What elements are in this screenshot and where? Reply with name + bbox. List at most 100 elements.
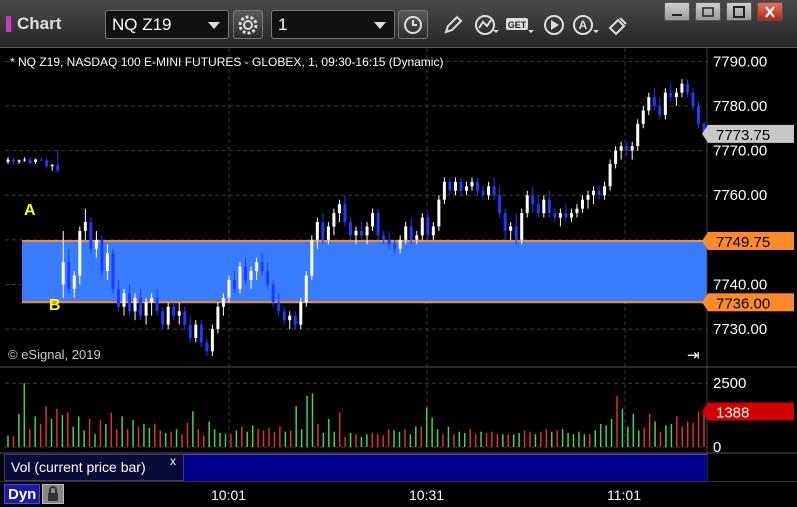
dynamic-mode-button[interactable]: Dyn bbox=[4, 484, 41, 504]
link-button[interactable] bbox=[604, 10, 634, 39]
candle-body bbox=[420, 217, 424, 236]
candle-body bbox=[520, 213, 524, 240]
candle-body bbox=[144, 302, 148, 316]
maximize-button[interactable] bbox=[726, 2, 752, 21]
candle-body bbox=[12, 159, 16, 162]
candle-body bbox=[332, 213, 336, 227]
candle-body bbox=[354, 230, 358, 236]
candle-body bbox=[205, 342, 209, 352]
volume-legend-label: Vol (current price bar) bbox=[11, 459, 146, 475]
link-icon bbox=[608, 16, 627, 35]
candle-body bbox=[194, 324, 198, 338]
candle-body bbox=[72, 275, 76, 289]
volume-legend-band bbox=[184, 454, 707, 481]
lock-icon bbox=[48, 486, 58, 501]
candle-body bbox=[464, 186, 468, 191]
candle-body bbox=[172, 306, 176, 316]
interval-value: 1 bbox=[278, 14, 288, 34]
alert-icon: A bbox=[573, 14, 599, 35]
candle-body bbox=[547, 199, 551, 214]
candle-body bbox=[293, 315, 297, 325]
settings-gear-icon bbox=[238, 15, 258, 34]
chevron-down-icon bbox=[374, 22, 386, 29]
candle-body bbox=[360, 230, 364, 236]
candle-body bbox=[34, 159, 38, 162]
chevron-down-icon bbox=[208, 22, 220, 29]
volume-legend[interactable]: Vol (current price bar) bbox=[4, 454, 184, 481]
zone-label-a: A bbox=[24, 202, 36, 219]
candle-body bbox=[487, 186, 491, 196]
candle-body bbox=[133, 297, 137, 312]
candle-body bbox=[404, 226, 408, 240]
candle-body bbox=[89, 222, 93, 249]
symbol-select[interactable]: NQ Z19 bbox=[105, 10, 229, 39]
close-icon bbox=[765, 5, 775, 18]
candle-body bbox=[56, 164, 60, 171]
candle-body bbox=[592, 190, 596, 196]
candle-body bbox=[343, 204, 347, 222]
candle-body bbox=[100, 239, 104, 272]
scroll-to-end-icon[interactable]: ⇥ bbox=[687, 346, 700, 364]
candle-body bbox=[580, 199, 584, 209]
minimize-button[interactable] bbox=[664, 2, 690, 21]
candle-body bbox=[603, 186, 607, 196]
last-price-badge: 7773.75 bbox=[716, 127, 770, 144]
zone-high-badge: 7749.75 bbox=[716, 234, 770, 251]
candle-body bbox=[6, 159, 10, 162]
lock-button[interactable] bbox=[42, 484, 64, 504]
candle-body bbox=[448, 181, 452, 191]
candle-body bbox=[199, 324, 203, 343]
candle-body bbox=[442, 181, 446, 200]
restore-button[interactable] bbox=[695, 2, 721, 21]
candle-body bbox=[476, 181, 480, 191]
candle-body bbox=[210, 329, 214, 352]
interval-select[interactable]: 1 bbox=[271, 10, 395, 39]
y-tick-label: 7790.00 bbox=[713, 53, 767, 70]
candle-body bbox=[625, 146, 629, 151]
study-chart-icon bbox=[475, 14, 499, 35]
candle-body bbox=[50, 164, 54, 167]
candle-body bbox=[188, 324, 192, 338]
close-button[interactable] bbox=[757, 2, 783, 21]
volume-tick-label: 2500 bbox=[713, 375, 746, 392]
candle-body bbox=[382, 235, 386, 240]
candle-body bbox=[232, 280, 236, 289]
time-button[interactable] bbox=[398, 10, 428, 39]
volume-close-button[interactable]: x bbox=[170, 454, 176, 468]
candle-body bbox=[685, 83, 689, 93]
y-tick-label: 7760.00 bbox=[713, 187, 767, 204]
y-tick-label: 7780.00 bbox=[713, 98, 767, 115]
settings-button[interactable] bbox=[233, 10, 263, 39]
candle-body bbox=[260, 262, 264, 272]
candle-body bbox=[116, 288, 120, 307]
candle-body bbox=[641, 110, 645, 124]
chart-title: * NQ Z19, NASDAQ 100 E-MINI FUTURES - GL… bbox=[10, 55, 444, 69]
candle-body bbox=[636, 123, 640, 147]
clock-icon bbox=[404, 15, 422, 34]
zone-low-badge: 7736.00 bbox=[716, 295, 770, 312]
candle-body bbox=[597, 190, 601, 196]
draw-tool-button[interactable] bbox=[438, 10, 468, 39]
price-chart[interactable]: 7790.007780.007770.007760.007750.007740.… bbox=[0, 48, 797, 481]
studies-button[interactable] bbox=[472, 10, 502, 39]
alerts-button[interactable]: A bbox=[571, 10, 601, 39]
candle-body bbox=[503, 213, 507, 231]
candle-body bbox=[122, 293, 126, 307]
candle-body bbox=[304, 275, 308, 303]
candle-body bbox=[227, 280, 231, 298]
play-button[interactable] bbox=[539, 10, 569, 39]
candle-body bbox=[569, 213, 573, 218]
restore-icon bbox=[702, 6, 714, 17]
candle-body bbox=[177, 311, 181, 316]
chart-window-icon bbox=[6, 16, 13, 32]
candle-body bbox=[564, 213, 568, 218]
svg-text:GET: GET bbox=[508, 20, 527, 30]
maximize-icon bbox=[733, 5, 745, 18]
candle-body bbox=[376, 213, 380, 236]
candle-body bbox=[161, 311, 165, 325]
get-button[interactable]: GET bbox=[505, 10, 535, 39]
volume-last-badge: 1388 bbox=[716, 405, 749, 422]
candle-body bbox=[166, 306, 170, 325]
candle-body bbox=[17, 160, 21, 162]
candle-body bbox=[288, 315, 292, 321]
